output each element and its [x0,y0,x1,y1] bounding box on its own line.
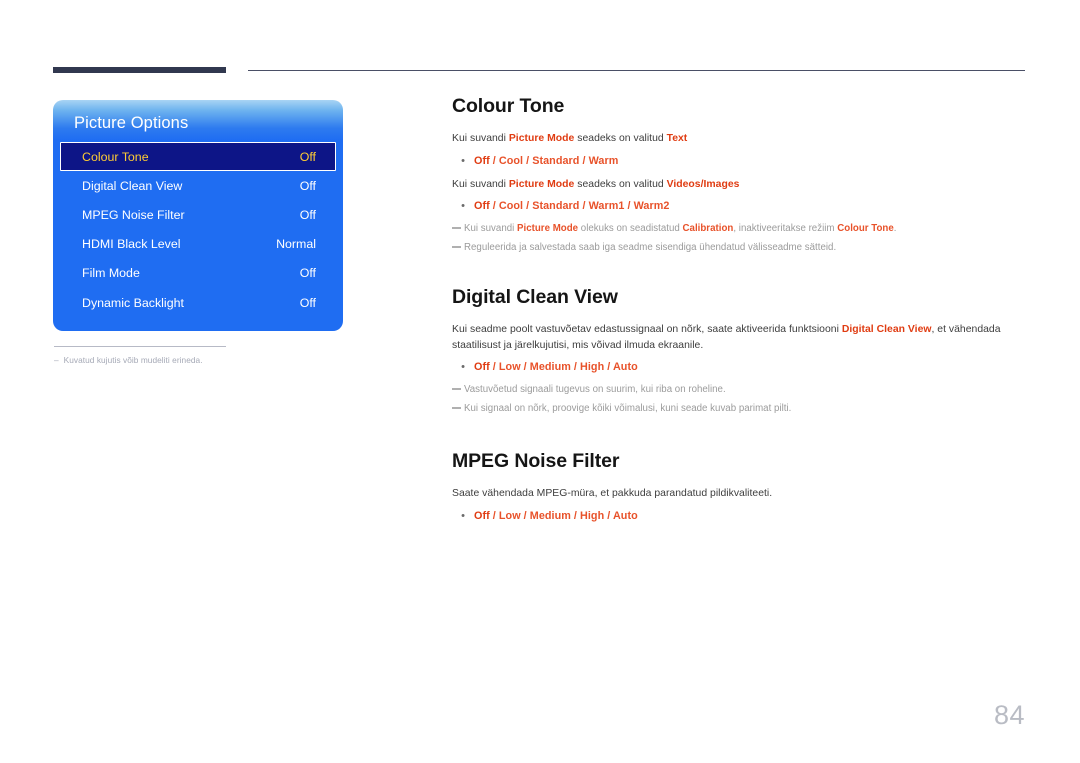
term-picture-mode: Picture Mode [508,133,575,144]
osd-caption-text: Kuvatud kujutis võib mudeliti erineda. [63,355,203,365]
section-title-colour-tone: Colour Tone [452,95,565,117]
bullet-icon: • [461,509,465,522]
note-content: Vastuvõetud signaali tugevus on suurim, … [464,384,726,395]
page-number: 84 [993,700,1025,730]
digital-clean-view-note-1: Vastuvõetud signaali tugevus on suurim, … [452,383,1027,397]
option-first: Off [474,200,490,212]
osd-row-value: Off [299,149,316,164]
text-fragment: Kui seadme poolt vastuvõetav edastussign… [452,324,842,335]
option-rest: / Cool / Standard / Warm1 / Warm2 [489,200,670,212]
osd-row-value: Normal [276,237,316,252]
manual-content: Colour Tone Kui suvandi Picture Mode sea… [452,94,1027,532]
osd-row-dynamic-backlight[interactable]: Dynamic Backlight Off [60,288,336,317]
section-colour-tone: Colour Tone Kui suvandi Picture Mode sea… [452,94,1027,255]
osd-row-label: Dynamic Backlight [82,295,184,310]
osd-row-label: HDMI Black Level [82,237,181,252]
option-first: Off [474,361,490,373]
bullet-icon: • [461,154,465,167]
option-rest: / Low / Medium / High / Auto [489,509,638,522]
osd-row-value: Off [299,207,316,222]
text-fragment: olekuks on seadistatud [578,223,683,234]
digital-clean-view-options-text: • Off / Low / Medium / High / Auto [452,360,1027,375]
osd-caption: – Kuvatud kujutis võib mudeliti erineda. [54,355,343,366]
term-colour-tone: Colour Tone [837,223,894,234]
note-content: Reguleerida ja salvestada saab iga seadm… [464,242,837,253]
osd-caption-divider [54,346,226,347]
osd-row-label: Colour Tone [82,149,149,164]
colour-tone-note-1: Kui suvandi Picture Mode olekuks on sead… [452,222,1027,236]
osd-row-hdmi-black-level[interactable]: HDMI Black Level Normal [60,230,336,259]
osd-row-colour-tone[interactable]: Colour Tone Off [60,142,336,172]
osd-row-label: Film Mode [82,266,140,281]
colour-tone-note-2: Reguleerida ja salvestada saab iga seadm… [452,241,1027,255]
text-fragment: Kui suvandi [464,223,518,234]
note-dash-icon [452,221,464,235]
term-calibration: Calibration [682,223,734,234]
osd-row-value: Off [299,295,316,310]
digital-clean-view-description: Kui seadme poolt vastuvõetav edastussign… [452,322,1027,353]
bullet-icon: • [461,200,465,212]
osd-illustration: Picture Options Colour Tone Off Digital … [53,100,343,366]
option-rest: / Low / Medium / High / Auto [489,361,638,373]
osd-row-label: MPEG Noise Filter [82,207,185,222]
text-fragment: , inaktiveeritakse režiim [733,223,838,234]
option-rest: / Cool / Standard / Warm [489,154,619,167]
osd-panel: Picture Options Colour Tone Off Digital … [53,100,343,331]
term-videos-images: Videos/Images [666,178,740,190]
digital-clean-view-note-2: Kui signaal on nõrk, proovige kõiki võim… [452,402,1027,416]
osd-row-mpeg-noise-filter[interactable]: MPEG Noise Filter Off [60,200,336,229]
page-header-rules [0,0,1080,90]
section-digital-clean-view: Digital Clean View Kui seadme poolt vast… [452,285,1027,416]
colour-tone-condition-text: Kui suvandi Picture Mode seadeks on vali… [452,131,1027,147]
osd-row-digital-clean-view[interactable]: Digital Clean View Off [60,171,336,200]
text-fragment: Kui suvandi [452,178,509,190]
term-picture-mode: Picture Mode [508,178,575,190]
text-fragment: Kui suvandi [452,133,509,144]
osd-row-value: Off [299,178,316,193]
option-first: Off [474,509,490,522]
term-digital-clean-view: Digital Clean View [841,324,932,335]
bullet-content: Off / Cool / Standard / Warm [474,154,618,169]
header-accent-bar [53,67,226,73]
text-fragment: . [893,223,897,234]
header-divider-line [248,70,1025,71]
colour-tone-options-text-2: • Off / Cool / Standard / Warm1 / Warm2 [452,199,1027,214]
note-content: Kui suvandi Picture Mode olekuks on sead… [464,222,897,236]
term-picture-mode: Picture Mode [517,223,579,234]
note-dash-icon [452,401,464,415]
colour-tone-options-text: • Off / Cool / Standard / Warm [452,154,1027,169]
section-title-digital-clean-view: Digital Clean View [452,286,618,308]
mpeg-noise-filter-description: Saate vähendada MPEG-müra, et pakkuda pa… [452,488,773,499]
section-mpeg-noise-filter: MPEG Noise Filter Saate vähendada MPEG-m… [452,449,1027,524]
colour-tone-condition-text-2: Kui suvandi Picture Mode seadeks on vali… [452,177,1027,193]
bullet-content: Off / Low / Medium / High / Auto [474,360,638,375]
osd-row-film-mode[interactable]: Film Mode Off [60,259,336,288]
osd-caption-dash: – [54,355,59,365]
bullet-content: Off / Low / Medium / High / Auto [474,509,638,524]
mpeg-noise-filter-options-text: • Off / Low / Medium / High / Auto [452,509,1027,524]
bullet-content: Off / Cool / Standard / Warm1 / Warm2 [474,199,669,214]
term-text: Text [666,133,688,144]
osd-panel-title: Picture Options [74,114,189,132]
section-title-mpeg-noise-filter: MPEG Noise Filter [452,450,620,472]
note-content: Kui signaal on nõrk, proovige kõiki võim… [464,403,792,414]
text-fragment: seadeks on valitud [574,178,667,190]
note-dash-icon [452,240,464,254]
osd-row-value: Off [299,266,316,281]
bullet-icon: • [461,361,465,373]
option-first: Off [474,154,490,167]
note-dash-icon [452,382,464,396]
text-fragment: seadeks on valitud [574,133,667,144]
osd-row-label: Digital Clean View [82,178,183,193]
